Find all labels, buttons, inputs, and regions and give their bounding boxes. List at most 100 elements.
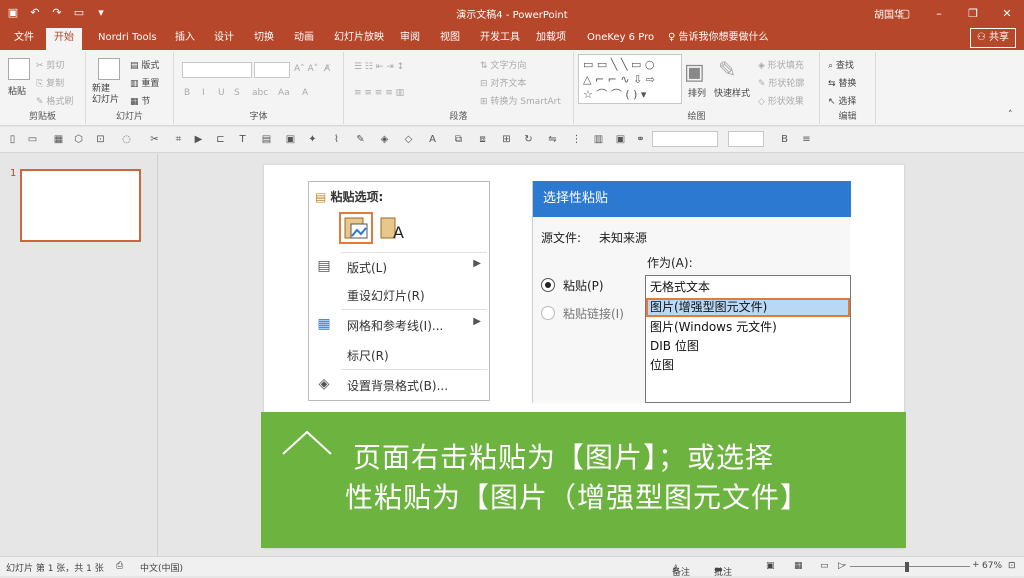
- paste-icon[interactable]: [8, 58, 30, 80]
- close-button[interactable]: ✕: [990, 0, 1024, 26]
- flip-icon[interactable]: ⇋: [546, 133, 559, 146]
- font-color-icon[interactable]: A: [302, 88, 308, 98]
- new-slide-icon[interactable]: [98, 58, 120, 80]
- section-button[interactable]: ▦ 节: [130, 94, 150, 107]
- zoom-in-icon[interactable]: +: [972, 560, 980, 570]
- link-icon[interactable]: ⚭: [634, 133, 647, 146]
- picture-icon[interactable]: ⊡: [94, 133, 107, 146]
- bullets-icon[interactable]: ☰ ☷ ⇤ ⇥ ↕: [354, 62, 404, 72]
- bring-forward-icon[interactable]: ⧉: [452, 133, 465, 146]
- font-size-dropdown[interactable]: [254, 62, 290, 78]
- tab-developer[interactable]: 开发工具: [478, 30, 522, 50]
- spellcheck-icon[interactable]: ⎙: [116, 561, 123, 571]
- tab-animations[interactable]: 动画: [292, 30, 316, 50]
- ribbon-display-options-icon[interactable]: ▢: [888, 0, 922, 26]
- layout-button[interactable]: ▤ 版式: [130, 58, 159, 71]
- paste-link-radio[interactable]: [541, 306, 555, 320]
- paste-as-listbox[interactable]: 无格式文本 图片(增强型图元文件) 图片(Windows 元文件) DIB 位图…: [645, 275, 851, 403]
- list-item[interactable]: 图片(Windows 元文件): [646, 318, 850, 337]
- char-spacing-icon[interactable]: abc: [252, 88, 268, 98]
- shape-effects-button[interactable]: ◇ 形状效果: [758, 94, 804, 107]
- reset-button[interactable]: ▥ 重置: [130, 76, 159, 89]
- menu-item-grid-guides[interactable]: ▦ 网格和参考线(I)... ▶: [309, 312, 489, 338]
- paste-as-picture-icon[interactable]: [339, 212, 373, 244]
- text-color-icon[interactable]: A: [426, 133, 439, 146]
- tab-slideshow[interactable]: 幻灯片放映: [332, 30, 386, 50]
- slide-sorter-icon[interactable]: ▦: [794, 561, 803, 571]
- copy-button[interactable]: ⎘ 复制: [36, 76, 64, 89]
- language-status[interactable]: 中文(中国): [140, 561, 183, 574]
- share-button[interactable]: ⚇ 共享: [969, 28, 1016, 48]
- shapes-gallery[interactable]: ▭ ▭ ╲ ╲ ▭ ○ △ ⌐ ⌐ ∿ ⇩ ⇨ ☆ ⌒ ⌒ ( ) ▾: [578, 54, 682, 104]
- quick-styles-icon[interactable]: ✎: [718, 58, 736, 83]
- rotate-icon[interactable]: ↻: [522, 133, 535, 146]
- strikethrough-icon[interactable]: S: [234, 88, 240, 98]
- outline-icon[interactable]: ◇: [402, 133, 415, 146]
- distribute-icon[interactable]: ⋮: [570, 133, 583, 146]
- paste-radio[interactable]: [541, 278, 555, 292]
- find-button[interactable]: ⌕ 查找: [828, 58, 854, 71]
- fit-slide-icon[interactable]: ⊡: [1008, 561, 1016, 571]
- menu-item-reset-slide[interactable]: 重设幻灯片(R): [309, 282, 489, 308]
- restore-button[interactable]: ❐: [956, 0, 990, 26]
- align-icons[interactable]: ≡ ≡ ≡ ≡ ▥: [354, 88, 404, 98]
- italic-icon[interactable]: I: [202, 88, 205, 98]
- bold-icon[interactable]: B: [778, 133, 791, 146]
- paste-link-radio-label[interactable]: 粘贴链接(I): [563, 305, 624, 322]
- grow-font-icon[interactable]: A˄ A˅: [294, 64, 318, 74]
- new-slide-button[interactable]: 新建 幻灯片: [92, 84, 126, 106]
- clear-format-icon[interactable]: A̸: [324, 64, 330, 74]
- font-name-dropdown[interactable]: [182, 62, 252, 78]
- format-painter-button[interactable]: ✎ 格式刷: [36, 94, 73, 107]
- ellipse-icon[interactable]: ◌: [120, 133, 133, 146]
- menu-item-format-background[interactable]: ◈ 设置背景格式(B)...: [309, 372, 489, 398]
- send-backward-icon[interactable]: ⧈: [476, 133, 489, 146]
- underline-icon[interactable]: U: [218, 88, 225, 98]
- bold-icon[interactable]: B: [184, 88, 190, 98]
- shape-fill-button[interactable]: ◈ 形状填充: [758, 58, 804, 71]
- normal-view-icon[interactable]: ▣: [766, 561, 775, 571]
- menu-item-ruler[interactable]: 标尺(R): [309, 342, 489, 368]
- shape-outline-button[interactable]: ✎ 形状轮廓: [758, 76, 804, 89]
- paste-radio-label[interactable]: 粘贴(P): [563, 277, 604, 294]
- tell-me-box[interactable]: ♀ 告诉我你想要做什么: [666, 30, 771, 50]
- smartart-button[interactable]: ⊞ 转换为 SmartArt: [480, 94, 561, 107]
- zoom-slider-thumb[interactable]: [905, 562, 909, 572]
- menu-item-layout[interactable]: ▤ 版式(L) ▶: [309, 254, 489, 280]
- list-item[interactable]: 无格式文本: [646, 278, 850, 297]
- align-left-icon[interactable]: ⊏: [214, 133, 227, 146]
- image-icon[interactable]: ▣: [614, 133, 627, 146]
- tab-onekey[interactable]: OneKey 6 Pro: [585, 30, 656, 50]
- collapse-ribbon-icon[interactable]: ˄: [1008, 110, 1013, 120]
- arrange-button[interactable]: 排列: [688, 86, 706, 99]
- layout-icon[interactable]: ▥: [592, 133, 605, 146]
- paste-special-icon[interactable]: ▣: [284, 133, 297, 146]
- arrange-icon[interactable]: ▣: [684, 60, 705, 85]
- group-icon[interactable]: ⊞: [500, 133, 513, 146]
- reading-view-icon[interactable]: ▭: [820, 561, 829, 571]
- tab-home[interactable]: 开始: [46, 28, 82, 50]
- shapes-menu-icon[interactable]: ⬡: [72, 133, 85, 146]
- text-box-icon[interactable]: T: [236, 133, 249, 146]
- minimize-button[interactable]: –: [922, 0, 956, 26]
- select-button[interactable]: ↖ 选择: [828, 94, 856, 107]
- cut-button[interactable]: ✂ 剪切: [36, 58, 64, 71]
- quick-styles-button[interactable]: 快速样式: [714, 86, 750, 99]
- zoom-level[interactable]: 67%: [982, 561, 1002, 571]
- tab-addins[interactable]: 加载项: [534, 30, 568, 50]
- slide-thumbnail[interactable]: [20, 169, 141, 242]
- list-item-selected[interactable]: 图片(增强型图元文件): [646, 298, 850, 317]
- fill-color-icon[interactable]: ◈: [378, 133, 391, 146]
- tab-insert[interactable]: 插入: [173, 30, 197, 50]
- zoom-slider[interactable]: [850, 566, 970, 567]
- star-icon[interactable]: ✦: [306, 133, 319, 146]
- tab-file[interactable]: 文件: [12, 30, 36, 50]
- list-item[interactable]: DIB 位图: [646, 337, 850, 356]
- font-dropdown-2[interactable]: [652, 131, 718, 147]
- line-style-icon[interactable]: ⌇: [330, 133, 343, 146]
- video-icon[interactable]: ▶: [192, 133, 205, 146]
- pen-tool-icon[interactable]: ✎: [354, 133, 367, 146]
- crop-icon[interactable]: ⌗: [172, 133, 185, 146]
- cut-icon[interactable]: ✂: [148, 133, 161, 146]
- tab-design[interactable]: 设计: [212, 30, 236, 50]
